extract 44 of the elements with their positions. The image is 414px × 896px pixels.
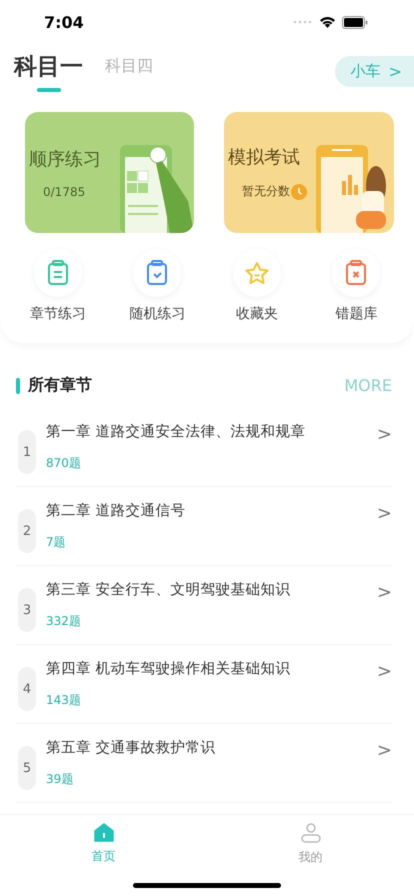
shortcut-button[interactable]: 收藏夹 xyxy=(216,249,297,323)
clipboard-check-icon xyxy=(146,260,168,286)
star-icon xyxy=(244,260,270,286)
chapter-title: 第三章 安全行车、文明驾驶基础知识 xyxy=(46,580,292,599)
section-title: 所有章节 xyxy=(28,375,93,396)
wifi-icon xyxy=(319,16,336,28)
home-icon xyxy=(94,823,114,842)
chapter-item[interactable]: 3 第三章 安全行车、文明驾驶基础知识 332题 > xyxy=(16,566,392,645)
person-icon xyxy=(300,823,320,843)
question-count: 143题 xyxy=(46,692,82,709)
question-count: 332题 xyxy=(46,613,82,630)
chapter-item[interactable]: 5 第五章 交通事故救护常识 39题 > xyxy=(16,724,392,803)
shortcut-button[interactable]: 错题库 xyxy=(316,249,396,323)
question-count: 7题 xyxy=(46,534,67,551)
status-time: 7:04 xyxy=(44,12,84,32)
signal-icon xyxy=(293,20,313,24)
clock-icon xyxy=(291,184,307,200)
battery-icon xyxy=(342,16,368,28)
chapter-number: 1 xyxy=(18,430,36,474)
mock-exam-card[interactable]: 模拟考试 暂无分数 xyxy=(224,112,394,233)
chevron-icon: > xyxy=(376,424,392,445)
chevron-icon: > xyxy=(376,582,392,603)
chapter-title: 第四章 机动车驾驶操作相关基础知识 xyxy=(46,660,292,678)
chapter-item[interactable]: 4 第四章 机动车驾驶操作相关基础知识 143题 > xyxy=(16,645,392,724)
subject-tab[interactable]: 科目一 xyxy=(14,50,83,92)
clipboard-x-icon xyxy=(345,260,368,286)
chevron-icon: > xyxy=(376,661,392,682)
shortcut-button[interactable]: 章节练习 xyxy=(18,249,98,323)
chapter-number: 4 xyxy=(18,667,36,711)
chapter-item[interactable]: 1 第一章 道路交通安全法律、法规和规章 870题 > xyxy=(16,408,392,487)
question-count: 39题 xyxy=(46,771,74,788)
sequential-practice-card[interactable]: 顺序练习 0/1785 xyxy=(25,112,194,233)
shortcut-button[interactable]: 随机练习 xyxy=(117,249,198,323)
chevron-icon: > xyxy=(376,740,392,761)
chapter-number: 3 xyxy=(18,588,36,632)
chevron-icon: > xyxy=(376,503,392,524)
clipboard-list-icon xyxy=(46,260,69,286)
question-count: 870题 xyxy=(46,455,82,472)
chapter-number: 2 xyxy=(18,509,36,553)
chapter-number: 5 xyxy=(18,746,36,790)
chapter-title: 第一章 道路交通安全法律、法规和规章 xyxy=(46,422,307,441)
chapter-item[interactable]: 2 第二章 道路交通信号 7题 > xyxy=(16,487,392,566)
chapter-title: 第五章 交通事故救护常识 xyxy=(46,738,217,757)
chapter-title: 第二章 道路交通信号 xyxy=(46,502,187,520)
